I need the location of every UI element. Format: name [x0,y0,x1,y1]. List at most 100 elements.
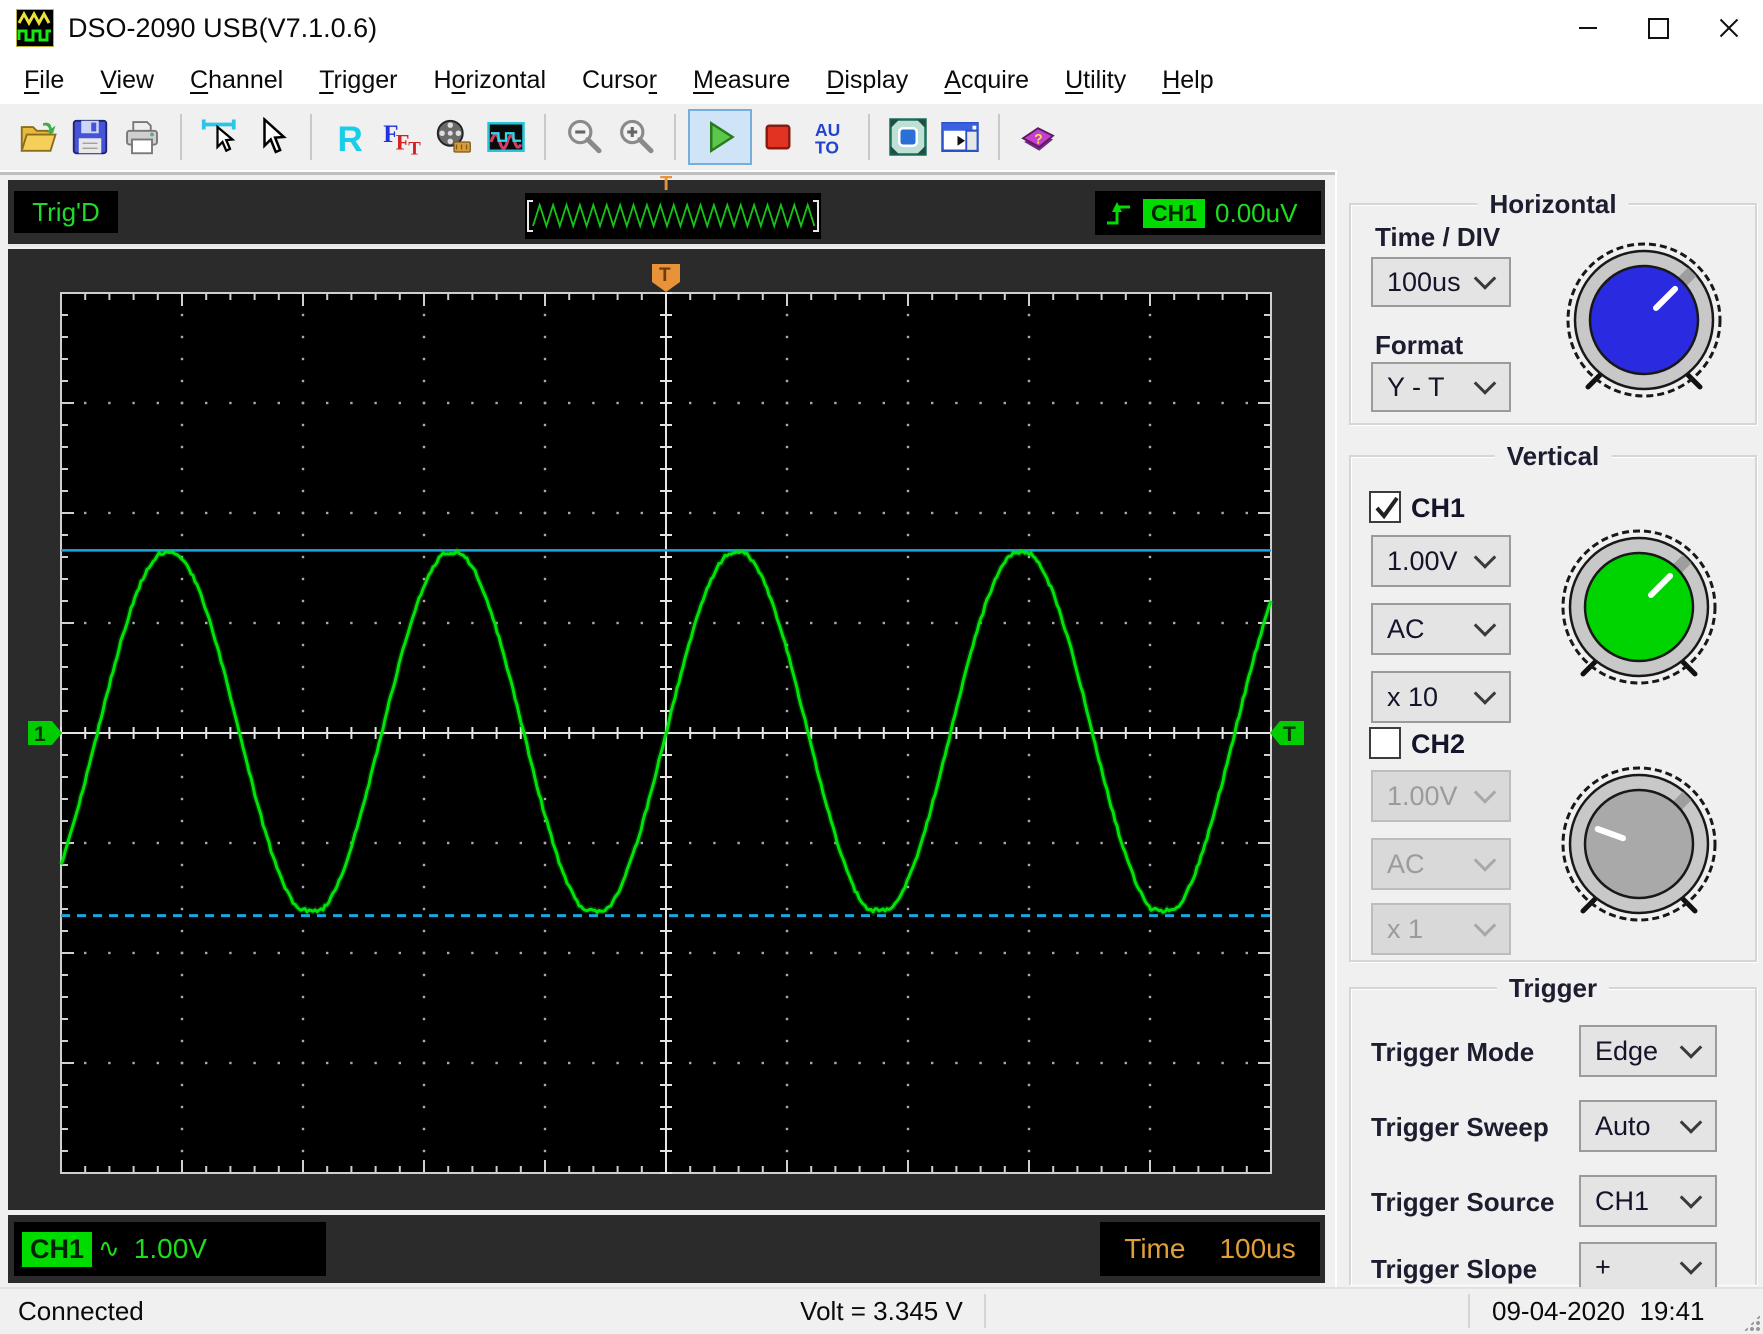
refresh-r-button[interactable]: R [324,111,376,163]
panel-layout-button[interactable] [934,111,986,163]
trigger-slope-label: Trigger Slope [1371,1254,1538,1284]
menu-item-help[interactable]: Help [1144,62,1231,99]
start-acquisition-button[interactable] [688,109,752,165]
book-icon: ? [1021,127,1055,151]
vertical-group: Vertical CH1 1.00V AC x 10 CH2 1.00V AC … [1349,441,1757,962]
menu-item-channel[interactable]: Channel [172,62,301,99]
timebase-info-box: Time 100us [1100,1222,1320,1276]
close-button[interactable] [1693,0,1763,56]
toolbar-separator [674,114,676,160]
preview-right-bracket[interactable] [813,200,819,232]
zoom-in-button[interactable] [610,111,662,163]
preview-waveform [532,202,816,229]
ch1-volts-select[interactable]: 1.00V [1371,535,1511,587]
control-panel: Horizontal Time / DIV 100us Format Y - T… [1335,170,1763,1292]
menu-item-file[interactable]: File [6,62,82,99]
ch2-probe-select: x 1 [1371,903,1511,955]
datetime: 09-04-2020 19:41 [1492,1296,1705,1326]
trigger-source-select[interactable]: CH1 [1579,1175,1717,1227]
trigger-mode-label: Trigger Mode [1371,1037,1535,1067]
film-icon [436,119,471,153]
waveform-window-button[interactable] [480,111,532,163]
chevron-down-icon [1473,914,1497,937]
toolbar-separator [310,114,312,160]
chevron-down-icon [1679,1186,1703,1209]
menu-item-cursor[interactable]: Cursor [564,62,675,99]
trigger-slope-select[interactable]: + [1579,1242,1717,1292]
checkmark-icon [1375,496,1399,520]
save-button[interactable] [64,111,116,163]
toolbar: R F F T AU TO? [0,104,1763,172]
stop-acquisition-button[interactable] [752,111,804,163]
pointer-icon [263,117,287,154]
maximize-button[interactable] [1623,0,1693,56]
ch2-position-knob[interactable] [1556,761,1722,927]
scope-display[interactable]: 1 T T [8,249,1325,1210]
ch1-coupling-select[interactable]: AC [1371,603,1511,655]
ch1-enable-checkbox[interactable] [1369,491,1401,523]
chevron-down-icon [1473,682,1497,705]
time-div-label: Time / DIV [1375,222,1501,252]
trigger-status-text: Trig'D [32,196,100,227]
horizontal-group: Horizontal Time / DIV 100us Format Y - T [1349,189,1757,425]
fft-icon: FFT [383,121,421,157]
coupling-wave-icon: ∿ [98,1234,120,1264]
format-label: Format [1375,330,1464,360]
record-sequence-button[interactable] [428,111,480,163]
menu-item-utility[interactable]: Utility [1047,62,1144,99]
trigger-mode-select[interactable]: Edge [1579,1025,1717,1077]
printer-icon [126,121,158,155]
svg-text:?: ? [1034,131,1042,146]
trigger-status-box: Trig'D [14,191,118,233]
svg-text:R: R [338,120,363,157]
statusbar-separator [1468,1294,1470,1328]
menu-item-display[interactable]: Display [808,62,926,99]
menu-item-trigger[interactable]: Trigger [301,62,415,99]
cursor-measure-button[interactable] [194,111,246,163]
open-file-button[interactable] [12,111,64,163]
fft-button[interactable]: FFT [376,111,428,163]
format-select[interactable]: Y - T [1371,362,1511,412]
ch2-volts-select: 1.00V [1371,770,1511,822]
menu-item-horizontal[interactable]: Horizontal [415,62,564,99]
ch1-probe-select[interactable]: x 10 [1371,671,1511,723]
menu-bar: File View Channel Trigger Horizontal Cursor Me… [0,56,1763,104]
auto-set-button[interactable]: AU TO [804,111,856,163]
statusbar-separator [984,1294,986,1328]
pointer-button[interactable] [246,111,298,163]
trigger-level-value: 0.00uV [1215,197,1298,228]
trigger-sweep-select[interactable]: Auto [1579,1100,1717,1152]
app-icon [16,9,54,47]
horizontal-group-title: Horizontal [1477,189,1629,220]
window-title: DSO-2090 USB(V7.1.0.6) [68,12,378,43]
folder-icon [20,122,57,152]
help-book-button[interactable]: ? [1012,111,1064,163]
full-screen-button[interactable] [882,111,934,163]
menu-item-view[interactable]: View [82,62,172,99]
chevron-down-icon [1473,267,1497,290]
trigger-group: Trigger Trigger Mode Edge Trigger Sweep … [1349,973,1757,1292]
print-button[interactable] [116,111,168,163]
trigger-group-title: Trigger [1496,973,1610,1004]
preview-left-bracket[interactable] [527,200,533,232]
status-bar: Connected Volt = 3.345 V 09-04-2020 19:4… [0,1287,1763,1334]
zoom-out-button[interactable] [558,111,610,163]
minimize-button[interactable] [1553,0,1623,56]
toolbar-separator [868,114,870,160]
menu-item-acquire[interactable]: Acquire [926,62,1047,99]
ch2-coupling-select: AC [1371,838,1511,890]
toolbar-separator [544,114,546,160]
ch2-enable-checkbox[interactable] [1369,727,1401,759]
minimize-icon [1579,27,1597,29]
channel-info-box: CH1 ∿ 1.00V [14,1222,326,1276]
floppy-icon [72,119,108,155]
horizontal-position-knob[interactable] [1561,237,1727,403]
menu-item-measure[interactable]: Measure [675,62,808,99]
chevron-down-icon [1679,1036,1703,1059]
record-preview[interactable] [525,193,821,239]
chevron-down-icon [1679,1111,1703,1134]
auto-icon: AUTO [815,120,840,157]
ch1-position-knob[interactable] [1556,524,1722,690]
trigger-source-label: Trigger Source [1371,1187,1555,1217]
timebase-select[interactable]: 100us [1371,257,1511,307]
